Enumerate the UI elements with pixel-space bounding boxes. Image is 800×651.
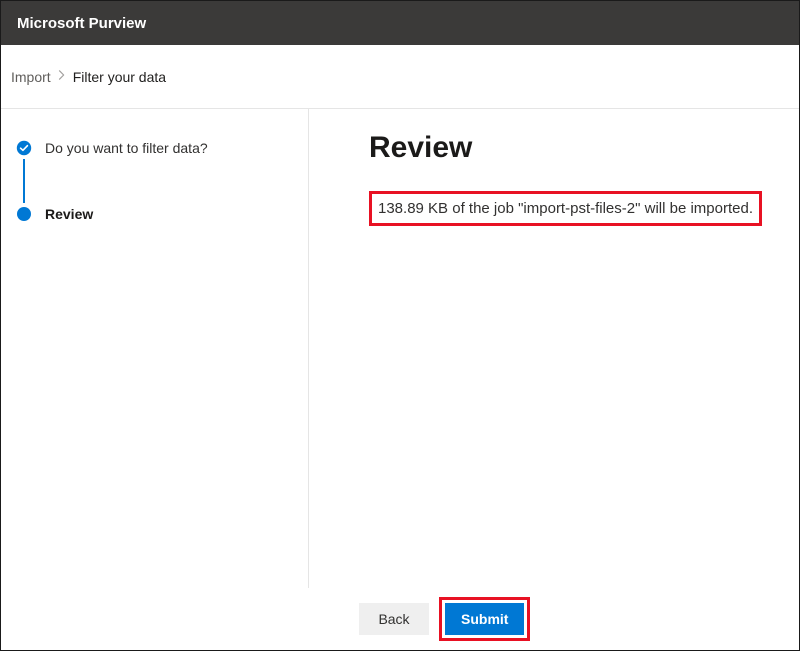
chevron-right-icon: [57, 70, 67, 83]
import-summary-highlight: 138.89 KB of the job "import-pst-files-2…: [369, 191, 762, 226]
submit-button[interactable]: Submit: [445, 603, 524, 635]
breadcrumb-parent[interactable]: Import: [11, 69, 51, 85]
breadcrumb-current: Filter your data: [73, 69, 166, 85]
current-step-dot-icon: [15, 205, 33, 223]
step-label: Do you want to filter data?: [45, 140, 208, 156]
page-title: Review: [369, 131, 797, 165]
stepper-sidebar: Do you want to filter data? Review: [1, 109, 309, 588]
step-filter-data[interactable]: Do you want to filter data?: [15, 134, 294, 162]
app-title: Microsoft Purview: [17, 15, 146, 32]
submit-button-highlight: Submit: [439, 597, 530, 641]
import-summary-text: 138.89 KB of the job "import-pst-files-2…: [378, 200, 753, 217]
footer-actions: Back Submit: [1, 588, 799, 650]
breadcrumb: Import Filter your data: [1, 45, 799, 109]
top-header: Microsoft Purview: [1, 1, 799, 45]
body-area: Do you want to filter data? Review Revie…: [1, 109, 799, 588]
back-button[interactable]: Back: [359, 603, 429, 635]
step-review[interactable]: Review: [15, 200, 294, 228]
check-circle-icon: [15, 139, 33, 157]
step-connector: [15, 162, 33, 200]
step-label: Review: [45, 206, 93, 222]
main-panel: Review 138.89 KB of the job "import-pst-…: [309, 109, 799, 588]
